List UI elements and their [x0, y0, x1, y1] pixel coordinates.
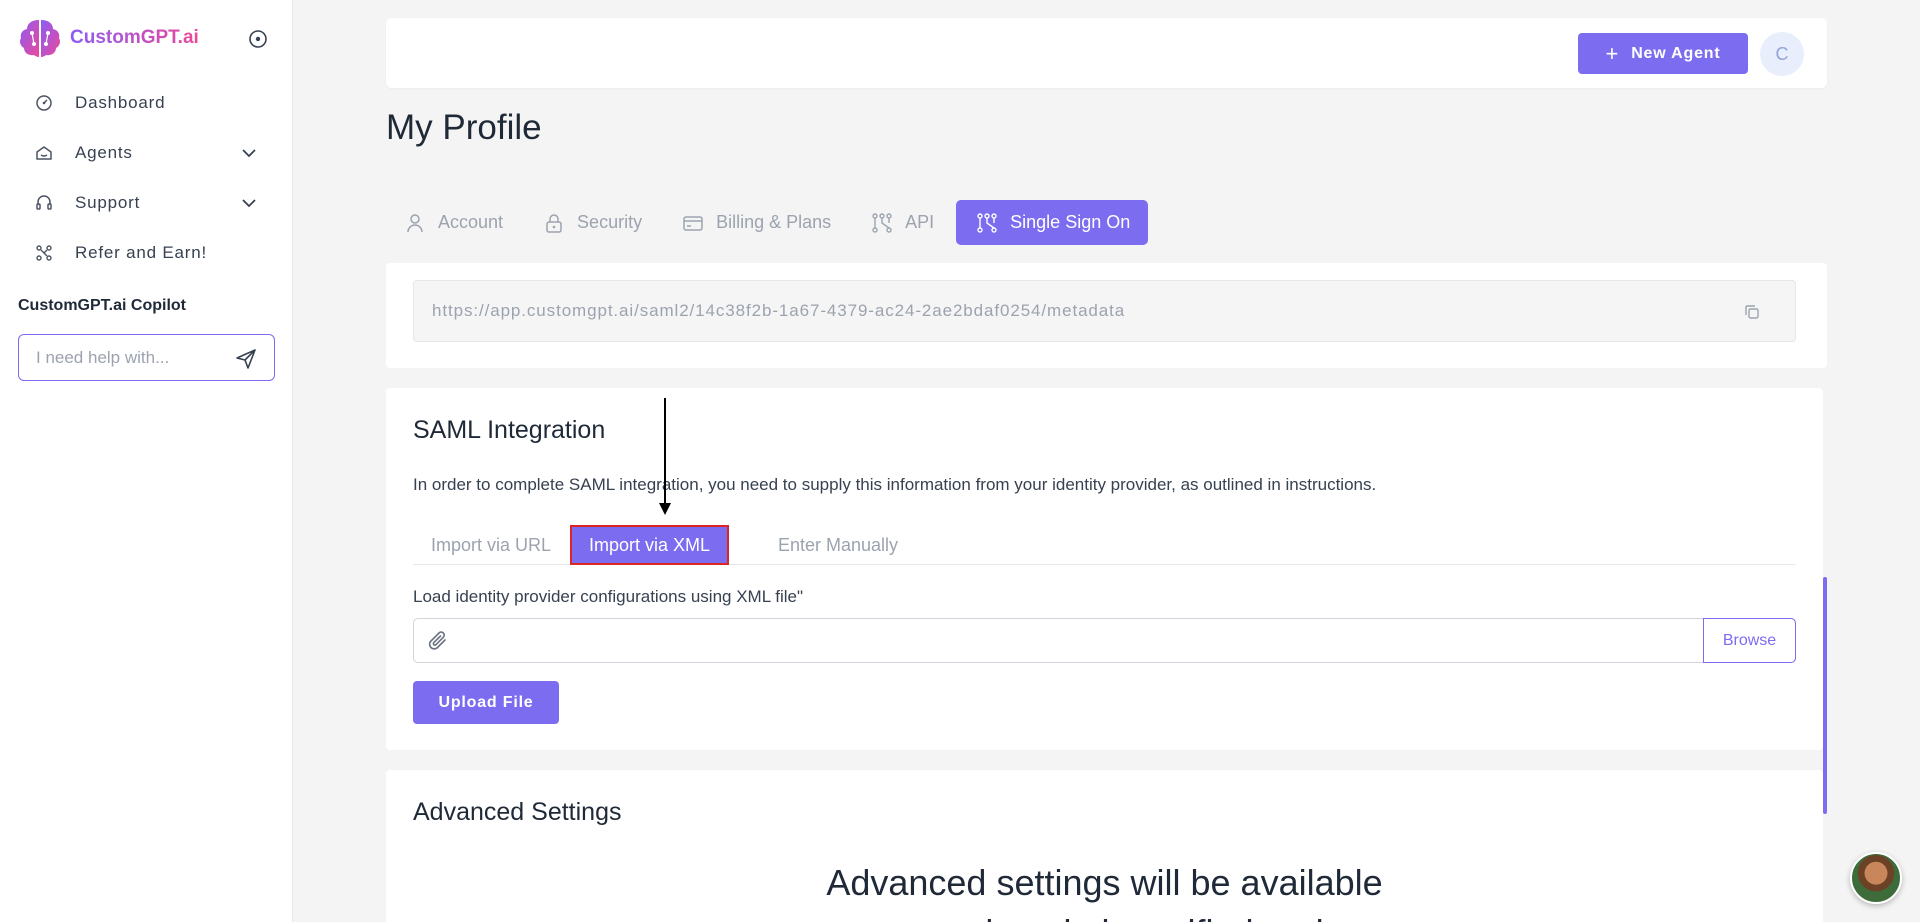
- saml-subtabs: Import via URL Import via XML Enter Manu…: [413, 525, 1796, 565]
- xml-file-input[interactable]: Browse: [413, 618, 1796, 663]
- sidebar-item-label: Support: [75, 193, 141, 212]
- scrollbar[interactable]: [1823, 577, 1827, 814]
- send-icon[interactable]: [234, 347, 258, 371]
- tab-label: Single Sign On: [1010, 212, 1131, 232]
- chevron-down-icon[interactable]: [238, 142, 260, 164]
- advanced-message-line: Advanced settings will be available: [826, 862, 1383, 903]
- sidebar-item-agents[interactable]: Agents: [18, 128, 274, 178]
- copy-icon[interactable]: [1743, 303, 1761, 321]
- copilot-box: [18, 334, 275, 381]
- brand[interactable]: CustomGPT.ai: [18, 17, 199, 59]
- sso-metadata-card: https://app.customgpt.ai/saml2/14c38f2b-…: [386, 263, 1827, 368]
- metadata-url-field[interactable]: https://app.customgpt.ai/saml2/14c38f2b-…: [413, 280, 1796, 342]
- support-chat-avatar[interactable]: [1850, 852, 1902, 904]
- agents-icon: [36, 146, 52, 160]
- advanced-settings-card: Advanced Settings Advanced settings will…: [386, 770, 1823, 922]
- tab-label: Security: [577, 212, 643, 232]
- new-agent-button[interactable]: + New Agent: [1578, 33, 1748, 74]
- tab-security[interactable]: Security: [525, 200, 660, 245]
- saml-title: SAML Integration: [413, 416, 606, 444]
- browse-button[interactable]: Browse: [1703, 618, 1796, 663]
- share-icon: [36, 245, 52, 261]
- sidebar-item-dashboard[interactable]: Dashboard: [18, 78, 274, 128]
- tab-label: Account: [438, 212, 504, 232]
- sidebar-item-refer[interactable]: Refer and Earn!: [18, 228, 274, 278]
- saml-description: In order to complete SAML integration, y…: [413, 475, 1377, 494]
- dashboard-icon: [36, 95, 52, 111]
- subtab-import-xml[interactable]: Import via XML: [570, 525, 730, 565]
- headset-icon: [36, 195, 52, 210]
- tab-label: API: [905, 212, 935, 232]
- new-agent-label: New Agent: [1631, 44, 1721, 62]
- subtab-enter-manually[interactable]: Enter Manually: [778, 525, 898, 565]
- copilot-input[interactable]: [36, 347, 231, 368]
- subtab-import-url[interactable]: Import via URL: [431, 525, 551, 565]
- brain-logo-icon: [20, 20, 60, 57]
- tab-api[interactable]: API: [853, 200, 952, 245]
- tab-label: Billing & Plans: [716, 212, 832, 232]
- user-icon: [407, 213, 423, 232]
- sidebar-item-support[interactable]: Support: [18, 178, 274, 228]
- chevron-down-icon[interactable]: [238, 192, 260, 214]
- sidebar-item-label: Refer and Earn!: [75, 243, 208, 262]
- tab-account[interactable]: Account: [386, 200, 521, 245]
- profile-tabs: Account Security Billing & Plans API Sin…: [386, 200, 1152, 245]
- card-icon: [683, 215, 703, 231]
- sidebar-item-label: Dashboard: [75, 93, 166, 112]
- advanced-settings-title: Advanced Settings: [413, 798, 622, 826]
- sidebar: CustomGPT.ai Dashboard Agents Support Re…: [0, 0, 293, 922]
- tab-single-sign-on[interactable]: Single Sign On: [956, 200, 1149, 245]
- saml-integration-card: SAML Integration In order to complete SA…: [386, 388, 1823, 750]
- annotation-arrow-head: [659, 503, 671, 515]
- api-icon: [872, 212, 892, 233]
- paperclip-icon: [428, 631, 446, 650]
- upload-file-button[interactable]: Upload File: [413, 681, 559, 724]
- sso-icon: [977, 212, 997, 233]
- advanced-settings-message: Advanced settings will be available once…: [386, 858, 1823, 922]
- load-xml-label: Load identity provider configurations us…: [413, 587, 804, 606]
- lock-icon: [546, 213, 562, 233]
- collapse-sidebar-icon[interactable]: [247, 28, 269, 50]
- copilot-title: CustomGPT.ai Copilot: [18, 297, 186, 314]
- brand-name: CustomGPT.ai: [70, 27, 199, 48]
- metadata-url: https://app.customgpt.ai/saml2/14c38f2b-…: [432, 301, 1126, 320]
- sidebar-item-label: Agents: [75, 143, 133, 162]
- avatar[interactable]: C: [1760, 32, 1804, 76]
- annotation-arrow-line: [664, 398, 666, 508]
- page-title: My Profile: [386, 108, 542, 147]
- advanced-message-line: once domain is verified and: [386, 908, 1823, 922]
- tab-billing[interactable]: Billing & Plans: [664, 200, 849, 245]
- plus-icon: +: [1605, 40, 1620, 66]
- sidebar-nav: Dashboard Agents Support Refer and Earn!: [18, 78, 274, 278]
